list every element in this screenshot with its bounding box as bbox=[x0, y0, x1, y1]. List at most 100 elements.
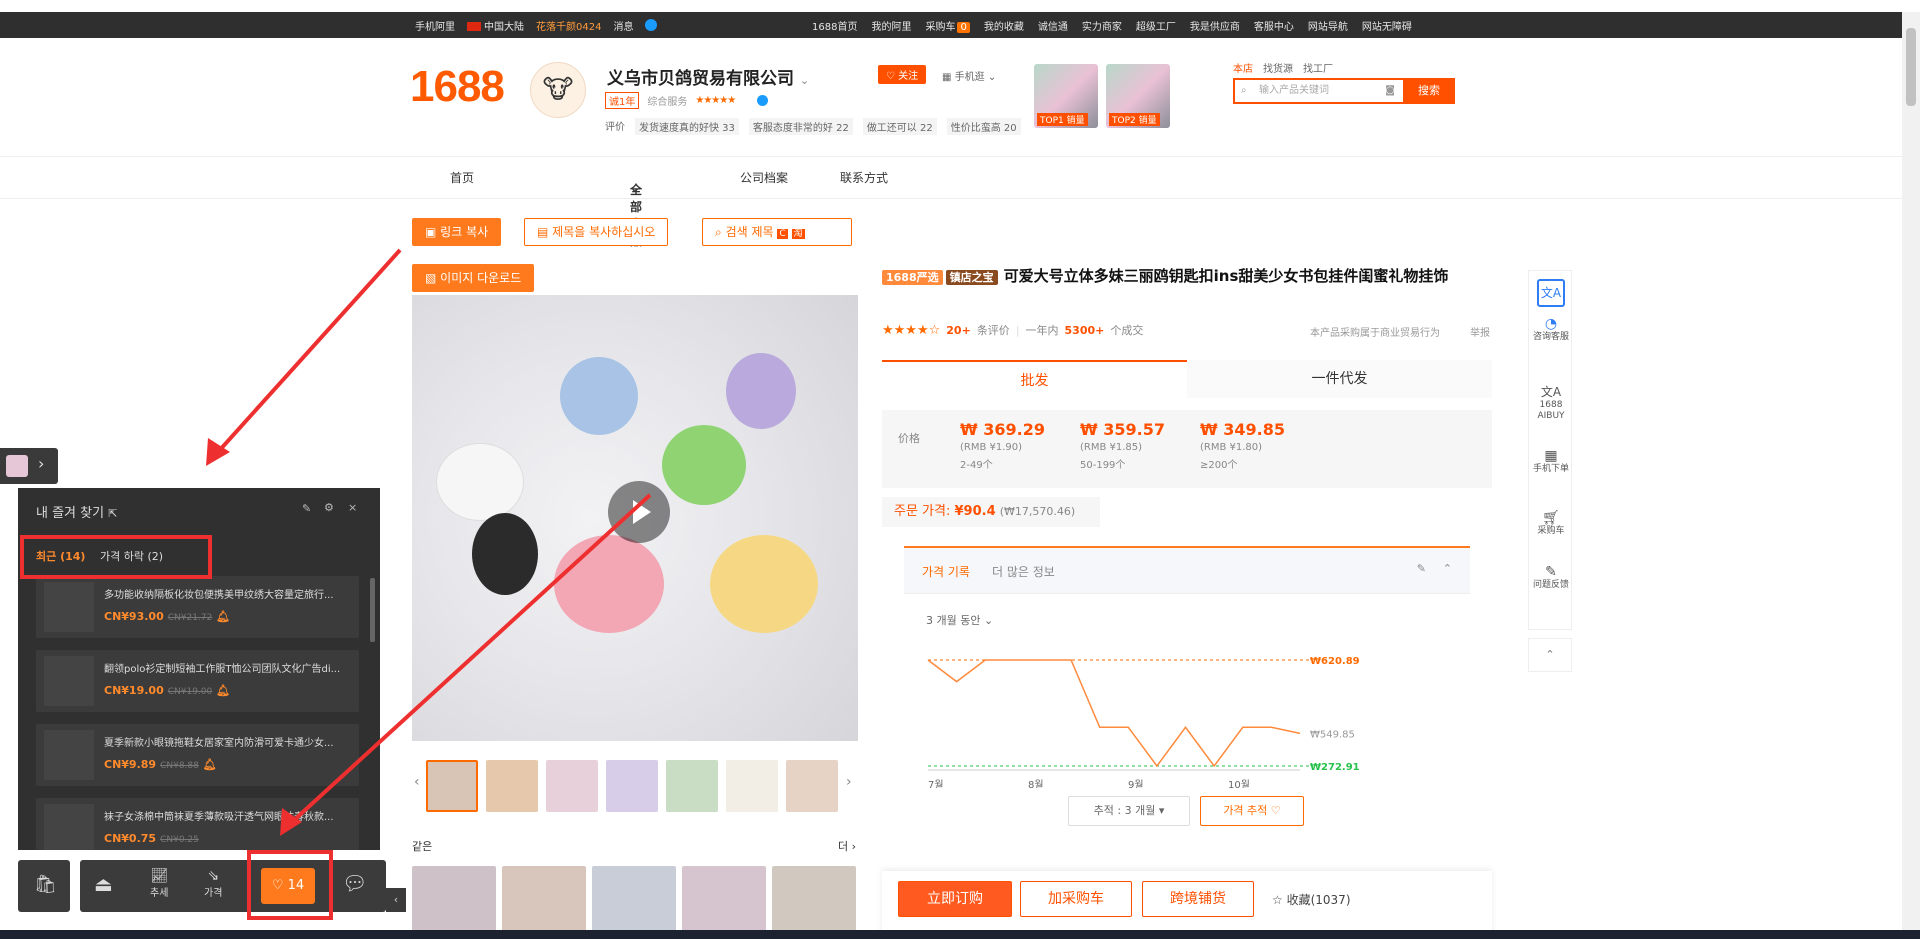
collapse-toolbar-button[interactable]: ‹ bbox=[386, 888, 406, 912]
home-link[interactable]: 1688首页 bbox=[812, 18, 857, 33]
nav-contact[interactable]: 联系方式 bbox=[840, 169, 888, 186]
same-product-thumb[interactable] bbox=[682, 866, 766, 939]
search-tab-factory[interactable]: 找工厂 bbox=[1303, 60, 1333, 75]
thumbnail[interactable] bbox=[786, 760, 838, 812]
same-product-thumb[interactable] bbox=[412, 866, 496, 939]
trend-button[interactable]: 📈︎ 추세 bbox=[150, 868, 168, 899]
power-merchant-link[interactable]: 实力商家 bbox=[1082, 18, 1122, 33]
same-product-thumb[interactable] bbox=[592, 866, 676, 939]
price-button[interactable]: ⇘ 가격 bbox=[204, 868, 222, 899]
chevron-left-icon[interactable]: ‹ bbox=[414, 774, 420, 790]
tab-wholesale[interactable]: 批发 bbox=[882, 360, 1187, 398]
bell-icon[interactable]: 🔔︎ bbox=[203, 758, 217, 771]
panel-scrollbar[interactable] bbox=[370, 578, 375, 642]
cross-border-button[interactable]: 跨境铺货 bbox=[1142, 881, 1254, 917]
favorite-item[interactable]: 袜子女涤棉中筒袜夏季薄款吸汗透气网眼袜春秋款... CN¥0.75 CN¥0.25 bbox=[36, 798, 359, 850]
site-nav-link[interactable]: 网站导航 bbox=[1308, 18, 1348, 33]
copy-link-button[interactable]: ▣ 링크 복사 bbox=[412, 218, 502, 246]
service-center-link[interactable]: 客服中心 bbox=[1254, 18, 1294, 33]
side-aibuy[interactable]: 文A 1688 AIBUY bbox=[1529, 386, 1573, 422]
my-ali-link[interactable]: 我的阿里 bbox=[871, 18, 911, 33]
search-tab-source[interactable]: 找货源 bbox=[1263, 60, 1293, 75]
same-more-link[interactable]: 더 › bbox=[838, 838, 856, 854]
search-input[interactable]: ⌕ 输入产品关键词 ◙ bbox=[1233, 78, 1403, 104]
translate-button[interactable]: 文A bbox=[1529, 279, 1573, 307]
collect-button[interactable]: ☆ 收藏(1037) bbox=[1272, 891, 1351, 908]
thumbnail[interactable] bbox=[726, 760, 778, 812]
favorites-link[interactable]: 我的收藏 bbox=[984, 18, 1024, 33]
thumbnail[interactable] bbox=[426, 760, 478, 812]
edit-icon[interactable]: ✎ bbox=[302, 502, 311, 515]
edit-icon[interactable]: ✎ bbox=[1417, 562, 1426, 575]
eval-tag[interactable]: 发货速度真的好快 33 bbox=[635, 118, 739, 135]
eval-tag[interactable]: 做工还可以 22 bbox=[862, 118, 937, 135]
side-consult[interactable]: ◔ 咨询客服 bbox=[1529, 317, 1573, 343]
bell-icon[interactable]: 🔔︎ bbox=[216, 610, 230, 623]
copy-title-button[interactable]: ▤ 제목을 복사하십시오 bbox=[524, 218, 669, 246]
history-tab-more[interactable]: 더 많은 정보 bbox=[992, 563, 1055, 580]
camera-icon[interactable]: ◙ bbox=[1385, 80, 1395, 102]
bell-icon[interactable]: 🔔︎ bbox=[216, 684, 230, 697]
supplier-link[interactable]: 我是供应商 bbox=[1190, 18, 1240, 33]
collapse-icon[interactable]: ⏏︎ bbox=[94, 872, 113, 896]
tab-dropship[interactable]: 一件代发 bbox=[1187, 360, 1492, 398]
track-price-button[interactable]: 가격 추적 ♡ bbox=[1200, 796, 1304, 826]
side-feedback[interactable]: ✎ 问题反馈 bbox=[1529, 565, 1573, 591]
favorite-item[interactable]: 夏季新款小眼镜拖鞋女居家室内防滑可爱卡通少女... CN¥9.89 CN¥8.88 … bbox=[36, 724, 359, 786]
track-period-select[interactable]: 추적 : 3 개월 ▾ bbox=[1068, 796, 1190, 826]
search-button[interactable]: 搜索 bbox=[1403, 78, 1455, 104]
chevron-up-icon[interactable]: ⌃ bbox=[1443, 562, 1452, 575]
search-title-button[interactable]: ⌕ 검색 제목 C 淘 bbox=[702, 218, 852, 246]
external-link-icon[interactable]: ⇱ bbox=[108, 507, 117, 520]
main-product-image[interactable] bbox=[412, 295, 858, 741]
download-image-button[interactable]: ▧ 이미지 다운로드 bbox=[412, 264, 535, 292]
chevron-right-icon[interactable]: › bbox=[846, 774, 852, 790]
thumbnail[interactable] bbox=[486, 760, 538, 812]
nav-home[interactable]: 首页 bbox=[450, 169, 474, 186]
shop-avatar[interactable]: 🐮 bbox=[530, 62, 586, 118]
favorite-item[interactable]: 翻领polo衫定制短袖工作服T恤公司团队文化广告di... CN¥19.00 CN¥… bbox=[36, 650, 359, 712]
messages-link[interactable]: 消息 bbox=[613, 18, 633, 33]
back-to-top-button[interactable]: ⌃ bbox=[1528, 638, 1572, 672]
side-mobile-order[interactable]: ▦ 手机下单 bbox=[1529, 449, 1573, 475]
bag-button[interactable]: 🛍︎ bbox=[18, 860, 70, 912]
follow-button[interactable]: ♡ 关注 bbox=[878, 65, 927, 84]
thumbnail[interactable] bbox=[546, 760, 598, 812]
page-scrollbar[interactable] bbox=[1902, 12, 1920, 939]
shop-name[interactable]: 义乌市贝鸽贸易有限公司 ⌄ bbox=[607, 64, 809, 89]
panel-toggle[interactable]: › bbox=[0, 448, 58, 484]
thumbnail[interactable] bbox=[606, 760, 658, 812]
nav-company[interactable]: 公司档案 bbox=[740, 169, 788, 186]
site-logo[interactable]: 1688 bbox=[410, 62, 505, 112]
scroll-thumb[interactable] bbox=[1906, 28, 1916, 106]
mobile-shop-link[interactable]: ▦ 手机逛 ⌄ bbox=[942, 68, 996, 83]
accessible-link[interactable]: 网站无障碍 bbox=[1362, 18, 1412, 33]
eval-tag[interactable]: 性价比蛮高 20 bbox=[946, 118, 1021, 135]
thumbnail[interactable] bbox=[666, 760, 718, 812]
review-count[interactable]: 20+ bbox=[946, 324, 971, 337]
side-cart[interactable]: 🛒︎ 采购车 bbox=[1529, 511, 1573, 537]
top-product-2[interactable]: TOP2 销量 bbox=[1106, 64, 1170, 128]
mobile-ali-link[interactable]: 手机阿里 bbox=[415, 18, 455, 33]
history-tab-record[interactable]: 가격 기록 bbox=[922, 563, 970, 580]
trust-link[interactable]: 诚信通 bbox=[1038, 18, 1068, 33]
region-selector[interactable]: 中国大陆 bbox=[467, 18, 524, 33]
period-dropdown[interactable]: 3 개월 동안 ⌄ bbox=[926, 612, 993, 628]
same-product-thumb[interactable] bbox=[772, 866, 856, 939]
gear-icon[interactable]: ⚙ bbox=[324, 501, 334, 514]
chat-icon[interactable]: 💬︎ bbox=[342, 871, 367, 895]
promo-link[interactable]: 花落千颜0424 bbox=[536, 18, 601, 33]
same-product-thumb[interactable] bbox=[502, 866, 586, 939]
eval-label: 评价 bbox=[605, 122, 625, 133]
add-cart-button[interactable]: 加采购车 bbox=[1020, 881, 1132, 917]
report-link[interactable]: 举报 bbox=[1470, 324, 1490, 339]
favorite-item[interactable]: 多功能收纳隔板化妆包便携美甲纹绣大容量定旅行... CN¥93.00 CN¥21.7… bbox=[36, 576, 359, 638]
close-icon[interactable]: × bbox=[348, 501, 357, 514]
super-factory-link[interactable]: 超级工厂 bbox=[1136, 18, 1176, 33]
order-now-button[interactable]: 立即订购 bbox=[898, 881, 1012, 917]
play-icon[interactable] bbox=[608, 481, 670, 543]
eval-tag[interactable]: 客服态度非常的好 22 bbox=[748, 118, 853, 135]
search-tab-store[interactable]: 本店 bbox=[1233, 60, 1253, 75]
top-product-1[interactable]: TOP1 销量 bbox=[1034, 64, 1098, 128]
cart-link[interactable]: 采购车 0 bbox=[925, 18, 970, 33]
